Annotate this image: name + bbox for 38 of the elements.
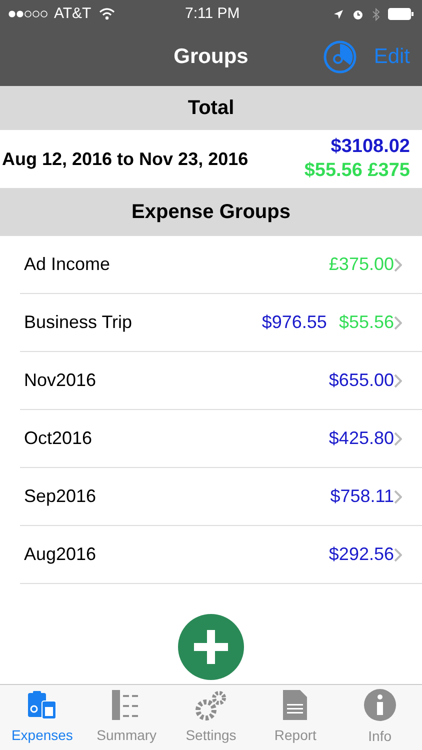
group-amount: $655.00 xyxy=(328,369,394,392)
info-icon xyxy=(362,688,397,722)
date-range: Aug 12, 2016 to Nov 23, 2016 xyxy=(1,148,248,171)
chevron-icon xyxy=(394,258,402,272)
location-arrow-icon xyxy=(333,8,344,20)
group-name[interactable]: Aug2016 xyxy=(20,541,96,568)
chevron-icon xyxy=(394,490,402,504)
chevron-icon xyxy=(394,432,402,446)
document-icon xyxy=(282,689,308,721)
chevron-icon xyxy=(394,548,402,562)
section-header: Total xyxy=(0,86,422,130)
battery-icon xyxy=(388,8,414,20)
group-name[interactable]: Sep2016 xyxy=(20,483,96,510)
gears-icon xyxy=(194,689,228,721)
tab[interactable]: Expenses xyxy=(0,685,84,750)
group-name[interactable]: Ad Income xyxy=(20,251,110,278)
group-name[interactable]: Business Trip xyxy=(20,309,132,336)
plus-icon xyxy=(194,630,228,664)
total-amount: $3108.02 xyxy=(330,135,410,159)
carrier-name: AT&T xyxy=(54,4,92,24)
section-header: Expense Groups xyxy=(0,188,422,236)
clipboard-calculator-icon xyxy=(26,689,58,721)
total-amount: $55.56 £375 xyxy=(304,159,410,183)
group-name[interactable]: Nov2016 xyxy=(20,367,96,394)
nav-title: Groups xyxy=(174,44,248,70)
group-amount: £375.00 xyxy=(328,253,394,276)
group-amount: $425.80 xyxy=(328,427,394,450)
group-amount: $758.11 xyxy=(330,485,394,508)
group-amount: $976.55 xyxy=(262,311,327,334)
group-name[interactable]: Oct2016 xyxy=(20,425,92,452)
group-amount: $55.56 xyxy=(338,311,394,334)
chevron-icon xyxy=(394,374,402,388)
chevron-icon xyxy=(394,316,402,330)
wifi-icon xyxy=(99,8,116,20)
status-time: 7:11 PM xyxy=(185,4,240,24)
group-amount: $292.56 xyxy=(328,543,394,566)
bluetooth-icon xyxy=(372,8,380,20)
alarm-clock-icon xyxy=(352,8,364,20)
